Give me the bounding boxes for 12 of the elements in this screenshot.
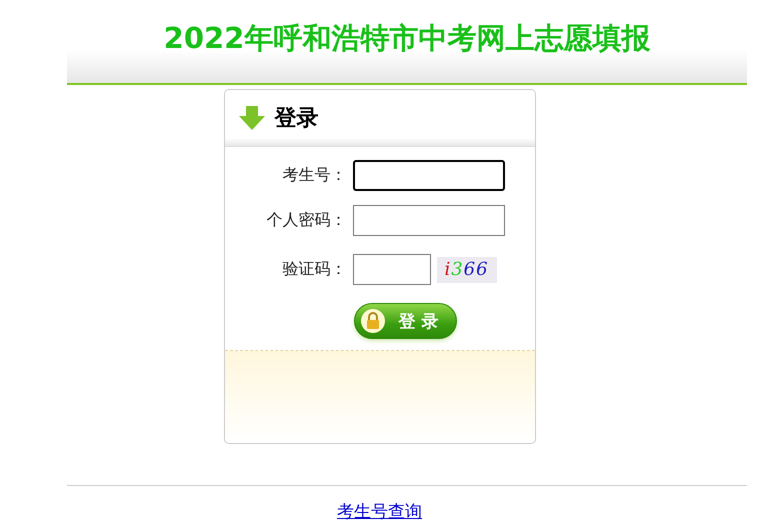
input-field[interactable] bbox=[352, 160, 504, 191]
input-field[interactable] bbox=[352, 205, 504, 236]
field-label: 考生号： bbox=[282, 165, 346, 186]
captcha-image: i366 bbox=[436, 256, 496, 282]
lock-icon bbox=[360, 309, 384, 333]
field-label: 个人密码： bbox=[266, 210, 346, 231]
page-title: 2022年呼和浩特市中考网上志愿填报 bbox=[164, 20, 650, 57]
down-arrow-icon bbox=[238, 106, 264, 130]
login-title: 登录 bbox=[274, 105, 318, 133]
student-id-lookup-link[interactable]: 考生号查询 bbox=[337, 500, 422, 523]
field-label: 验证码： bbox=[282, 259, 346, 280]
captcha-field[interactable] bbox=[352, 254, 430, 285]
